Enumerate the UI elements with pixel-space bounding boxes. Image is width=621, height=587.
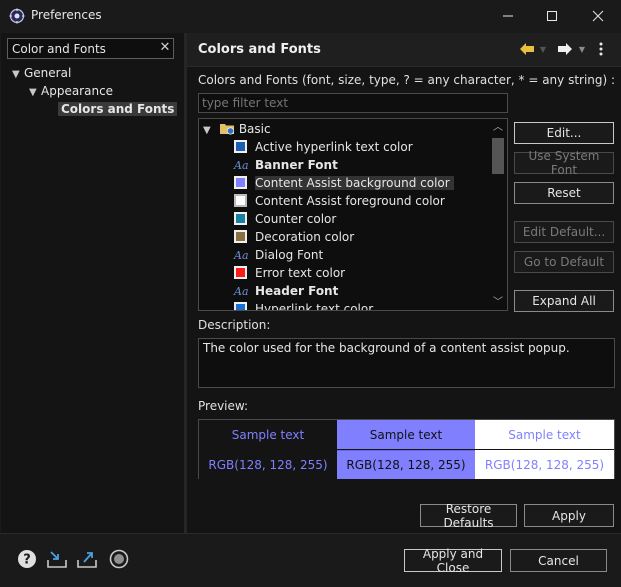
color-swatch-icon bbox=[234, 194, 247, 207]
forward-menu-chevron-icon[interactable]: ▼ bbox=[577, 40, 587, 58]
tree-category-basic[interactable]: ▼ Basic bbox=[203, 120, 271, 138]
font-icon: Aa bbox=[234, 249, 249, 262]
colors-fonts-tree: ▼ Basic Active hyperlink text color Aa Ba… bbox=[198, 118, 508, 311]
preview-rgb-accent: RGB(128, 128, 255) bbox=[337, 450, 475, 479]
oomph-record-icon[interactable] bbox=[108, 548, 130, 570]
close-button[interactable] bbox=[576, 0, 620, 32]
list-item[interactable]: Aa Banner Font bbox=[234, 156, 338, 174]
list-item[interactable]: Aa Header Font bbox=[234, 282, 338, 300]
forward-arrow-icon[interactable] bbox=[556, 40, 574, 58]
scrollbar-thumb[interactable] bbox=[492, 138, 504, 174]
svg-text:?: ? bbox=[23, 553, 31, 568]
import-icon[interactable] bbox=[46, 548, 68, 570]
description-text: The color used for the background of a c… bbox=[198, 338, 615, 388]
minimize-icon bbox=[503, 15, 513, 17]
apply-button[interactable]: Apply bbox=[524, 504, 614, 527]
list-item[interactable]: Content Assist foreground color bbox=[234, 192, 445, 210]
maximize-icon bbox=[547, 11, 557, 21]
page-title: Colors and Fonts bbox=[198, 42, 321, 57]
font-icon: Aa bbox=[234, 159, 249, 172]
clear-search-icon[interactable]: ✕ bbox=[158, 40, 172, 56]
preview-sample-dark: Sample text bbox=[199, 420, 337, 449]
color-swatch-icon bbox=[234, 266, 247, 279]
preview-rgb-light: RGB(128, 128, 255) bbox=[475, 450, 614, 479]
preview-sample-accent: Sample text bbox=[337, 420, 475, 449]
minimize-button[interactable] bbox=[486, 0, 530, 32]
color-swatch-icon bbox=[234, 212, 247, 225]
use-system-font-button[interactable]: Use System Font bbox=[514, 149, 614, 177]
edit-default-button[interactable]: Edit Default... bbox=[514, 221, 614, 243]
list-item[interactable]: Active hyperlink text color bbox=[234, 138, 413, 156]
list-item-selected[interactable]: Content Assist background color bbox=[234, 174, 454, 192]
list-item[interactable]: Hyperlink text color bbox=[234, 300, 373, 310]
folder-icon bbox=[219, 124, 234, 135]
tree-item-general[interactable]: ▼ General bbox=[12, 64, 71, 82]
export-icon[interactable] bbox=[76, 548, 98, 570]
description-label: Description: bbox=[198, 318, 271, 332]
window-title: Preferences bbox=[31, 8, 102, 22]
apply-and-close-button[interactable]: Apply and Close bbox=[404, 547, 502, 575]
chevron-down-icon[interactable]: ▼ bbox=[29, 84, 41, 102]
scroll-down-icon[interactable]: ﹀ bbox=[490, 296, 506, 310]
list-item[interactable]: Decoration color bbox=[234, 228, 354, 246]
maximize-button[interactable] bbox=[530, 0, 574, 32]
tree-item-colors-and-fonts[interactable]: Colors and Fonts bbox=[58, 100, 178, 118]
go-to-default-button[interactable]: Go to Default bbox=[514, 251, 614, 273]
filter-input[interactable] bbox=[198, 93, 508, 113]
scroll-up-icon[interactable]: ︿ bbox=[490, 121, 506, 135]
back-arrow-icon[interactable] bbox=[518, 40, 536, 58]
list-item[interactable]: Counter color bbox=[234, 210, 336, 228]
color-swatch-icon bbox=[234, 230, 247, 243]
preview-panel: Sample text RGB(128, 128, 255) Sample te… bbox=[198, 419, 615, 479]
color-swatch-icon bbox=[234, 140, 247, 153]
more-options-icon[interactable] bbox=[594, 40, 608, 58]
preview-rgb-dark: RGB(128, 128, 255) bbox=[199, 450, 337, 479]
tree-item-appearance[interactable]: ▼ Appearance bbox=[29, 82, 113, 100]
chevron-down-icon[interactable]: ▼ bbox=[203, 122, 215, 140]
color-swatch-icon bbox=[234, 302, 247, 310]
back-menu-chevron-icon[interactable]: ▼ bbox=[538, 40, 548, 58]
reset-button[interactable]: Reset bbox=[514, 182, 614, 204]
chevron-down-icon[interactable]: ▼ bbox=[12, 66, 24, 84]
edit-button[interactable]: Edit... bbox=[514, 122, 614, 144]
help-icon[interactable]: ? bbox=[16, 548, 38, 570]
close-icon bbox=[592, 10, 604, 22]
filter-instructions: Colors and Fonts (font, size, type, ? = … bbox=[198, 73, 616, 87]
restore-defaults-button[interactable]: Restore Defaults bbox=[420, 502, 517, 530]
preview-label: Preview: bbox=[198, 399, 249, 413]
font-icon: Aa bbox=[234, 285, 249, 298]
expand-all-button[interactable]: Expand All bbox=[514, 290, 614, 312]
color-swatch-icon bbox=[234, 176, 247, 189]
preview-sample-light: Sample text bbox=[475, 420, 614, 449]
preferences-app-icon bbox=[9, 8, 25, 24]
preferences-search-input[interactable] bbox=[7, 38, 174, 59]
list-item[interactable]: Aa Dialog Font bbox=[234, 246, 323, 264]
cancel-button[interactable]: Cancel bbox=[510, 549, 607, 572]
list-item[interactable]: Error text color bbox=[234, 264, 345, 282]
